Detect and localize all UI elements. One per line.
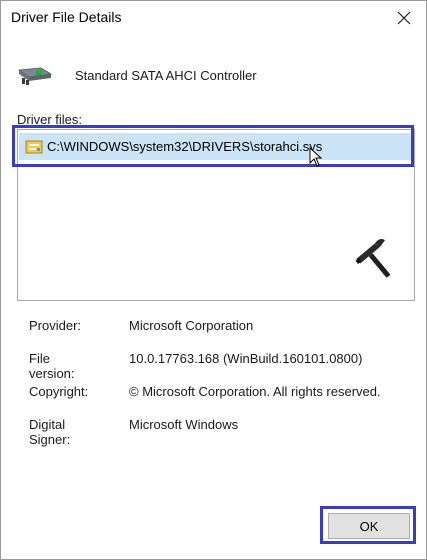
file-version-label: File version: xyxy=(29,351,75,381)
window-title: Driver File Details xyxy=(11,9,122,25)
provider-value: Microsoft Corporation xyxy=(129,318,254,333)
digital-signer-label: Digital Signer: xyxy=(29,417,71,447)
close-icon xyxy=(397,11,411,25)
driver-file-item[interactable]: C:\WINDOWS\system32\DRIVERS\storahci.sys xyxy=(19,133,413,160)
driver-files-label: Driver files: xyxy=(17,112,83,127)
copyright-value: © Microsoft Corporation. All rights rese… xyxy=(129,384,381,399)
copyright-label: Copyright: xyxy=(29,384,89,399)
close-button[interactable] xyxy=(382,1,426,35)
controller-card-icon xyxy=(17,67,53,85)
device-row: Standard SATA AHCI Controller xyxy=(17,63,257,87)
file-version-value: 10.0.17763.168 (WinBuild.160101.0800) xyxy=(129,351,363,366)
device-name: Standard SATA AHCI Controller xyxy=(75,67,257,83)
ok-button[interactable]: OK xyxy=(328,513,410,539)
driver-file-details-dialog: Driver File Details Standard SATA AHCI C… xyxy=(0,0,427,560)
driver-file-path: C:\WINDOWS\system32\DRIVERS\storahci.sys xyxy=(47,139,323,154)
title-bar: Driver File Details xyxy=(1,1,426,35)
provider-label: Provider: xyxy=(29,318,82,333)
mouse-cursor-icon xyxy=(309,147,323,167)
driver-file-icon xyxy=(25,140,43,153)
digital-signer-value: Microsoft Windows xyxy=(129,417,239,432)
hammer-icon xyxy=(355,239,391,278)
